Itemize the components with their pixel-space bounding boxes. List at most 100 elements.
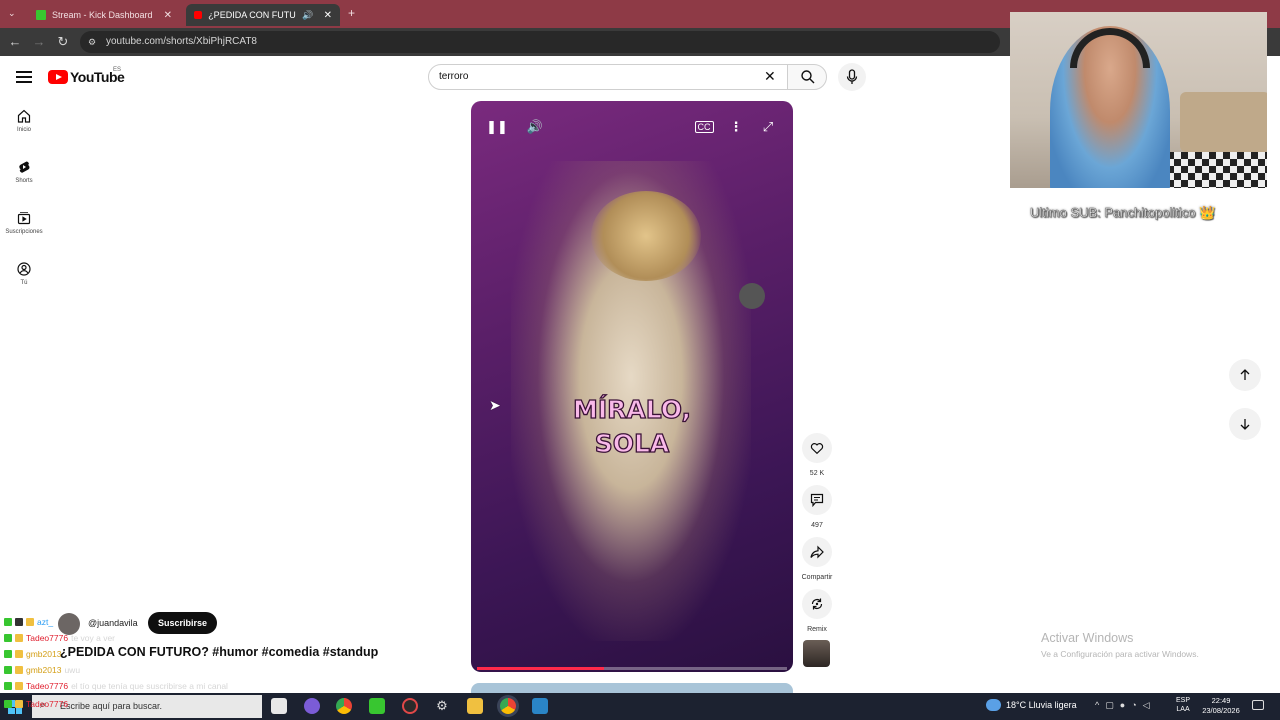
kick-badge-icon xyxy=(4,700,12,708)
share-button[interactable]: Compartir xyxy=(796,537,838,581)
comments-button[interactable]: 497 xyxy=(796,485,838,529)
microphone-icon[interactable]: ● xyxy=(1120,700,1125,711)
activate-windows-watermark: Activar Windows Ve a Configuración para … xyxy=(1041,631,1199,659)
chat-text: te voy a ver xyxy=(71,633,116,643)
channel-avatar[interactable] xyxy=(803,640,830,667)
activate-windows-title: Activar Windows xyxy=(1041,631,1134,645)
video-caption: MÍRALO, SOLA xyxy=(471,393,793,461)
voice-search-button[interactable] xyxy=(838,63,866,91)
site-info-icon[interactable]: ⚙ xyxy=(88,31,96,53)
arrow-down-icon xyxy=(1240,419,1250,430)
weather-icon xyxy=(986,699,1001,711)
wifi-icon[interactable]: ◔ xyxy=(1131,700,1136,711)
sidebar-item-subscriptions[interactable]: Suscripciones xyxy=(0,211,48,235)
like-icon xyxy=(810,443,824,455)
settings-gear-icon[interactable]: ⚙ xyxy=(434,698,450,714)
previous-short-button[interactable] xyxy=(1229,359,1261,391)
chat-message: azt_ xyxy=(4,615,56,629)
subscribe-button[interactable]: Suscribirse xyxy=(148,612,218,634)
tab-list-chevron-icon[interactable]: ⌄ xyxy=(8,8,16,19)
new-tab-button[interactable]: + xyxy=(348,6,355,20)
pause-icon[interactable]: ❚❚ xyxy=(486,116,508,138)
caption-line: MÍRALO, xyxy=(572,394,692,424)
chrome-icon[interactable] xyxy=(336,698,352,714)
sub-badge-icon xyxy=(15,682,23,690)
sidebar-item-label: Inicio xyxy=(16,127,31,133)
kick-badge-icon xyxy=(4,634,12,642)
menu-icon[interactable] xyxy=(16,68,32,84)
like-button[interactable]: 52 K xyxy=(796,433,838,477)
like-count: 52 K xyxy=(809,470,825,477)
system-tray[interactable]: ^ ▢ ● ◔ ◁ xyxy=(1095,700,1150,711)
shorts-icon xyxy=(19,161,30,173)
webcam-background-sofa xyxy=(1180,92,1267,152)
short-video-player[interactable]: ❚❚ 🔊 CC ⋮ ⤢ MÍRALO, SOLA xyxy=(471,101,793,672)
headset-icon xyxy=(1070,28,1150,68)
volume-icon[interactable]: 🔊 xyxy=(524,116,546,138)
close-tab-icon[interactable]: ✕ xyxy=(324,10,332,21)
back-button[interactable]: ← xyxy=(6,33,24,51)
sidebar-item-shorts[interactable]: Shorts xyxy=(0,160,48,184)
kick-app-icon[interactable] xyxy=(369,698,385,714)
kick-badge-icon xyxy=(4,618,12,626)
channel-handle[interactable]: @juandavila xyxy=(88,618,138,628)
address-bar[interactable]: ⚙ youtube.com/shorts/XbiPhjRCAT8 xyxy=(80,31,1000,53)
webcam-background-floor xyxy=(1160,152,1267,188)
close-tab-icon[interactable]: ✕ xyxy=(164,10,172,21)
more-options-icon[interactable]: ⋮ xyxy=(725,116,747,138)
chat-username: Tadeo7776 xyxy=(26,681,69,691)
remix-button[interactable]: Remix xyxy=(796,589,838,633)
search-input[interactable]: terroro xyxy=(428,64,788,90)
obs-icon[interactable] xyxy=(402,698,418,714)
remix-icon xyxy=(811,598,823,610)
app-icon[interactable] xyxy=(304,698,320,714)
subscriptions-icon xyxy=(17,212,31,225)
channel-avatar-small[interactable] xyxy=(58,613,80,635)
forward-button[interactable]: → xyxy=(30,33,48,51)
sub-badge-icon xyxy=(15,666,23,674)
chevron-up-icon[interactable]: ^ xyxy=(1095,700,1099,711)
share-label: Compartir xyxy=(801,574,833,581)
next-short-button[interactable] xyxy=(1229,408,1261,440)
chat-username: Tadeo7776 xyxy=(26,633,69,643)
sidebar-item-you[interactable]: Tú xyxy=(0,262,48,286)
chrome-active-icon[interactable] xyxy=(500,698,516,714)
language-indicator[interactable]: ESP LAA xyxy=(1176,696,1190,714)
video-title[interactable]: ¿PEDIDA CON FUTURO? #humor #comedia #sta… xyxy=(60,645,378,659)
remix-label: Remix xyxy=(807,626,827,633)
speaker-icon[interactable]: 🔊 xyxy=(302,10,313,21)
tab-youtube-short[interactable]: ¿PEDIDA CON FUTURO? #h 🔊 ✕ xyxy=(186,4,340,26)
clock-date: 23/08/2026 xyxy=(1202,706,1240,715)
caption-line: SOLA xyxy=(594,428,670,458)
search-icon xyxy=(801,70,815,84)
file-explorer-icon[interactable] xyxy=(467,698,483,714)
notifications-icon[interactable] xyxy=(1252,700,1264,710)
streamer-webcam xyxy=(1010,12,1267,188)
kick-badge-icon xyxy=(4,682,12,690)
tab-title: ¿PEDIDA CON FUTURO? #h xyxy=(208,10,296,20)
kick-icon xyxy=(36,10,46,20)
sub-badge-icon xyxy=(15,700,23,708)
video-progress-bar[interactable] xyxy=(477,667,787,670)
fullscreen-icon[interactable]: ⤢ xyxy=(757,116,779,138)
chat-message: Tadeo7776 xyxy=(4,697,71,711)
taskbar-weather[interactable]: 18°C Lluvia ligera xyxy=(1006,700,1077,710)
mod-badge-icon xyxy=(15,618,23,626)
taskbar-clock[interactable]: 22:49 23/08/2026 xyxy=(1200,696,1242,716)
captions-icon[interactable]: CC xyxy=(693,116,715,138)
speaker-icon[interactable]: ◁ xyxy=(1143,700,1150,711)
clear-search-icon[interactable]: ✕ xyxy=(764,68,776,85)
app-icon[interactable] xyxy=(532,698,548,714)
task-view-icon[interactable] xyxy=(271,698,287,714)
tab-kick-dashboard[interactable]: Stream - Kick Dashboard ✕ xyxy=(28,4,180,26)
sidebar-item-label: Tú xyxy=(20,280,28,286)
sidebar-item-label: Suscripciones xyxy=(5,229,43,235)
chat-message: gmb2013 uwu xyxy=(4,663,80,677)
search-button[interactable] xyxy=(787,64,827,90)
chat-message: Tadeo7776 el tío que tenía que suscribir… xyxy=(4,679,228,693)
last-subscriber-overlay: Ultimo SUB: Panchitopolitico 👑 xyxy=(1030,205,1216,221)
reload-button[interactable]: ↻ xyxy=(54,33,72,51)
sidebar-item-inicio[interactable]: Inicio xyxy=(0,109,48,133)
mouse-cursor-icon: ➤ xyxy=(489,397,501,413)
network-icon[interactable]: ▢ xyxy=(1105,700,1114,711)
